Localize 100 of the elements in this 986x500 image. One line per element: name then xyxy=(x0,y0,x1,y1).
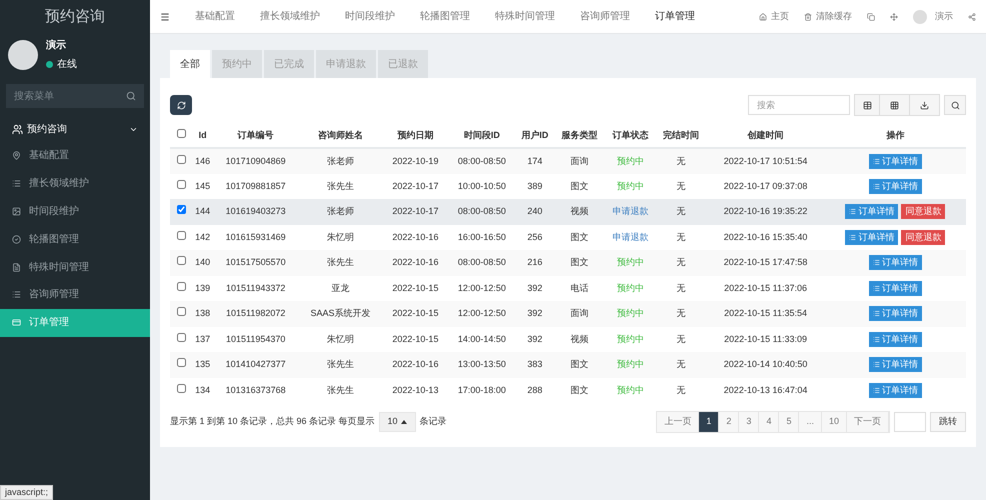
row-checkbox[interactable] xyxy=(176,154,186,164)
page-button[interactable]: 10 xyxy=(822,412,847,432)
clear-cache-link[interactable]: 清除缓存 xyxy=(804,10,852,24)
row-checkbox[interactable] xyxy=(176,332,186,342)
order-detail-button[interactable]: 订单详情 xyxy=(868,306,922,322)
menu-item[interactable]: 咨询师管理 xyxy=(0,280,150,309)
nav-link[interactable]: 订单管理 xyxy=(655,9,695,24)
table-row[interactable]: 139 101511943372 亚龙 2022-10-15 12:00-12:50 392 电话 预约中 无 2022-10-15 11:37:06 订单详情 xyxy=(170,276,966,301)
menu-search-field[interactable]: 搜索菜单 xyxy=(6,84,144,108)
refresh-icon xyxy=(176,100,186,110)
table-cell: 2022-10-17 10:51:54 xyxy=(724,156,808,166)
menu-item[interactable]: 时间段维护 xyxy=(0,198,150,226)
menu-item[interactable]: 订单管理 xyxy=(0,308,150,337)
menu-group[interactable]: 预约咨询 xyxy=(0,116,150,142)
table-cell: 2022-10-19 xyxy=(392,156,438,166)
menu-item[interactable]: 擅长领域维护 xyxy=(0,170,150,198)
page-button[interactable]: 4 xyxy=(759,412,780,432)
export-button[interactable] xyxy=(909,95,939,115)
row-checkbox[interactable] xyxy=(176,180,186,188)
table-row[interactable]: 137 101511954370 朱忆明 2022-10-15 14:00-14:50 392 视频 预约中 无 2022-10-15 11:33:09 订单详情 xyxy=(170,326,966,352)
table-cell: 101511954370 xyxy=(226,334,286,344)
jump-button[interactable]: 跳转 xyxy=(930,412,966,432)
page-button[interactable]: 3 xyxy=(739,412,760,432)
order-detail-button[interactable]: 订单详情 xyxy=(868,255,922,270)
menu-item[interactable]: 轮播图管理 xyxy=(0,225,150,254)
list-icon xyxy=(872,158,880,165)
nav-link[interactable]: 基础配置 xyxy=(195,9,235,24)
row-checkbox[interactable] xyxy=(176,205,186,214)
table-search-field[interactable]: 搜索 xyxy=(748,95,850,115)
row-checkbox[interactable] xyxy=(176,256,186,265)
column-header: 操作 xyxy=(824,124,966,148)
copy-icon[interactable] xyxy=(867,12,875,20)
nav-link[interactable]: 咨询师管理 xyxy=(580,9,630,24)
page-button[interactable]: 2 xyxy=(719,412,740,432)
order-detail-button[interactable]: 订单详情 xyxy=(868,178,922,194)
table-cell: 2022-10-16 xyxy=(392,257,438,267)
table-cell: 无 xyxy=(676,308,686,318)
table-cell: 101615931469 xyxy=(226,232,286,242)
table-cell: 383 xyxy=(527,359,542,369)
user-menu[interactable]: 演示 xyxy=(935,10,953,24)
status-text: 预约中 xyxy=(616,282,644,292)
page-button[interactable]: 1 xyxy=(699,412,720,432)
table-cell: 17:00-18:00 xyxy=(458,384,506,394)
page-button[interactable]: 5 xyxy=(779,412,800,432)
select-all-checkbox[interactable] xyxy=(176,128,186,138)
menu-item[interactable]: 特殊时间管理 xyxy=(0,253,150,281)
table-cell: 101710904869 xyxy=(226,156,286,166)
menu-icon[interactable] xyxy=(160,12,170,22)
avatar xyxy=(913,10,927,24)
table-row[interactable]: 146 101710904869 张老师 2022-10-19 08:00-08:50 174 面询 预约中 无 2022-10-17 10:51:54 订单详情 xyxy=(170,148,966,174)
approve-refund-button[interactable]: 同意退款 xyxy=(901,204,946,220)
row-checkbox[interactable] xyxy=(176,282,186,290)
order-detail-button[interactable]: 订单详情 xyxy=(845,204,898,220)
row-checkbox[interactable] xyxy=(176,358,186,367)
nav-link[interactable]: 擅长领域维护 xyxy=(260,9,320,24)
share-icon[interactable] xyxy=(968,12,976,20)
table-row[interactable]: 142 101615931469 朱忆明 2022-10-16 16:00-16:50 256 图文 申请退款 无 2022-10-16 15:35:40 订单详情 同意退款 xyxy=(170,224,966,250)
refresh-button[interactable] xyxy=(170,95,192,115)
column-header: 服务类型 xyxy=(554,124,605,148)
search-button[interactable] xyxy=(944,95,966,115)
order-detail-button[interactable]: 订单详情 xyxy=(868,332,922,347)
table-row[interactable]: 140 101517505570 张先生 2022-10-16 08:00-08:50 216 图文 预约中 无 2022-10-15 17:47:58 订单详情 xyxy=(170,250,966,276)
page-jump-field[interactable] xyxy=(894,412,926,432)
nav-link[interactable]: 轮播图管理 xyxy=(420,9,470,24)
status-text: 申请退款 xyxy=(612,206,648,216)
table-row[interactable]: 145 101709881857 张先生 2022-10-17 10:00-10:50 389 图文 预约中 无 2022-10-17 09:37:08 订单详情 xyxy=(170,174,966,199)
home-link[interactable]: 主页 xyxy=(759,10,789,24)
page-button[interactable]: 上一页 xyxy=(657,412,700,432)
row-checkbox[interactable] xyxy=(176,307,186,316)
pin-icon xyxy=(12,151,21,160)
status-text: 预约中 xyxy=(616,180,644,190)
approve-refund-button[interactable]: 同意退款 xyxy=(901,230,946,245)
table-row[interactable]: 135 101410427377 张先生 2022-10-16 13:00-13:50 383 图文 预约中 无 2022-10-14 10:40:50 订单详情 xyxy=(170,352,966,378)
download-icon xyxy=(920,100,929,110)
table-cell: 12:00-12:50 xyxy=(458,282,506,292)
table-cell: 无 xyxy=(676,156,686,166)
order-detail-button[interactable]: 订单详情 xyxy=(868,357,922,372)
order-detail-button[interactable]: 订单详情 xyxy=(868,280,922,296)
card-icon xyxy=(12,318,21,328)
columns-button[interactable] xyxy=(879,95,909,115)
order-detail-button[interactable]: 订单详情 xyxy=(868,382,922,398)
row-checkbox[interactable] xyxy=(176,384,186,392)
table-cell: 视频 xyxy=(570,334,588,344)
table-row[interactable]: 138 101511982072 SAAS系统开发 2022-10-15 12:00-12:50 392 面询 预约中 无 2022-10-15 11:35:54 订单详情 xyxy=(170,301,966,326)
order-detail-button[interactable]: 订单详情 xyxy=(868,154,922,169)
check-circle-icon xyxy=(12,234,21,244)
page-button[interactable]: 下一页 xyxy=(847,412,889,432)
nav-link[interactable]: 时间段维护 xyxy=(345,9,395,24)
fullscreen-icon[interactable] xyxy=(890,12,898,20)
tab[interactable]: 全部 xyxy=(170,50,210,78)
menu-item[interactable]: 基础配置 xyxy=(0,142,150,170)
table-cell: 2022-10-15 11:35:54 xyxy=(724,308,808,318)
row-checkbox[interactable] xyxy=(176,230,186,240)
avatar xyxy=(8,40,38,70)
nav-link[interactable]: 特殊时间管理 xyxy=(495,9,555,24)
page-size-dropdown[interactable]: 10 xyxy=(378,412,416,432)
page-button[interactable]: ... xyxy=(799,412,822,432)
order-detail-button[interactable]: 订单详情 xyxy=(845,230,898,245)
table-view-button[interactable] xyxy=(855,95,879,115)
menu-group-label: 预约咨询 xyxy=(27,122,68,136)
